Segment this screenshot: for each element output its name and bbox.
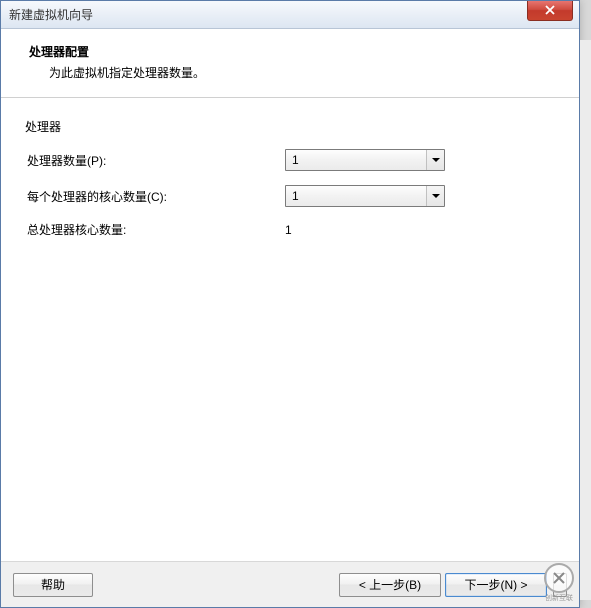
value-total-cores: 1	[285, 223, 292, 237]
button-label: 帮助	[41, 576, 65, 593]
page-subtitle: 为此虚拟机指定处理器数量。	[29, 64, 559, 81]
partial-button[interactable]	[553, 573, 567, 597]
background-strip	[580, 40, 591, 600]
close-button[interactable]	[527, 1, 573, 21]
window-title: 新建虚拟机向导	[9, 6, 93, 23]
content-area: 处理器 处理器数量(P): 1 每个处理器的核心数量(C): 1 总处理器核心数…	[1, 98, 579, 538]
next-button[interactable]: 下一步(N) >	[445, 573, 547, 597]
help-button[interactable]: 帮助	[13, 573, 93, 597]
label-cores-per-processor: 每个处理器的核心数量(C):	[27, 188, 285, 205]
titlebar: 新建虚拟机向导	[1, 1, 579, 29]
footer: 帮助 < 上一步(B) 下一步(N) >	[1, 561, 579, 607]
page-title: 处理器配置	[29, 43, 559, 60]
row-processor-count: 处理器数量(P): 1	[25, 149, 555, 171]
group-label: 处理器	[25, 118, 555, 135]
back-button[interactable]: < 上一步(B)	[339, 573, 441, 597]
label-processor-count: 处理器数量(P):	[27, 152, 285, 169]
select-value: 1	[292, 189, 299, 203]
header-panel: 处理器配置 为此虚拟机指定处理器数量。	[1, 29, 579, 98]
select-cores-per-processor[interactable]: 1	[285, 185, 445, 207]
select-processor-count[interactable]: 1	[285, 149, 445, 171]
select-wrap-cores-per-processor: 1	[285, 185, 445, 207]
row-total-cores: 总处理器核心数量: 1	[25, 221, 555, 238]
select-value: 1	[292, 153, 299, 167]
button-label: < 上一步(B)	[359, 576, 421, 593]
wizard-window: 新建虚拟机向导 处理器配置 为此虚拟机指定处理器数量。 处理器 处理器数量(P)…	[0, 0, 580, 608]
close-icon	[544, 5, 556, 15]
select-wrap-processor-count: 1	[285, 149, 445, 171]
row-cores-per-processor: 每个处理器的核心数量(C): 1	[25, 185, 555, 207]
button-label: 下一步(N) >	[464, 576, 527, 593]
label-total-cores: 总处理器核心数量:	[27, 221, 285, 238]
